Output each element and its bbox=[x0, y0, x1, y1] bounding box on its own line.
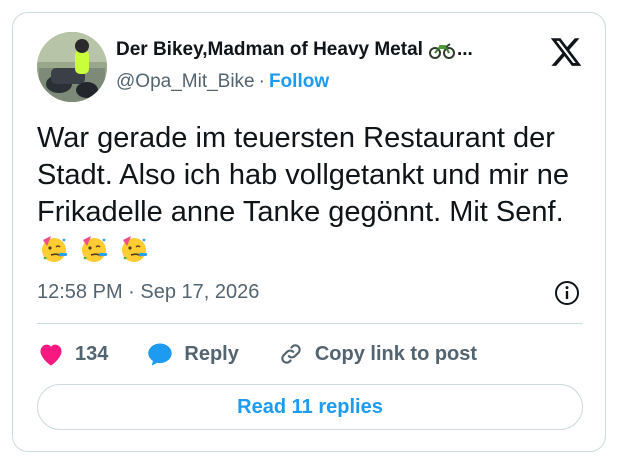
author-name[interactable]: Der Bikey,Madman of Heavy Metal bbox=[116, 39, 423, 61]
copy-link-label: Copy link to post bbox=[314, 342, 478, 365]
name-ellipsis: ... bbox=[456, 39, 473, 60]
read-replies-button[interactable]: Read 11 replies bbox=[37, 384, 583, 430]
author-name-row: Der Bikey,Madman of Heavy Metal ... bbox=[116, 39, 473, 61]
action-bar: 134 Reply Copy link to post bbox=[37, 339, 515, 369]
tweet-card: Der Bikey,Madman of Heavy Metal ... @Opa… bbox=[12, 12, 606, 452]
tweet-text: War gerade im teuersten Restaurant der S… bbox=[37, 120, 597, 268]
partying-face-icon bbox=[82, 236, 108, 262]
author-handle[interactable]: @Opa_Mit_Bike bbox=[116, 71, 255, 92]
follow-button[interactable]: Follow bbox=[269, 71, 329, 92]
heart-icon bbox=[40, 344, 62, 366]
link-icon bbox=[281, 344, 301, 364]
partying-face-icon bbox=[122, 236, 148, 262]
handle-separator: · bbox=[258, 71, 265, 92]
likes-count: 134 bbox=[75, 342, 109, 365]
speech-bubble-icon bbox=[148, 343, 173, 366]
divider bbox=[37, 323, 583, 324]
emoji-group bbox=[37, 233, 149, 265]
x-logo-icon[interactable] bbox=[549, 35, 583, 69]
motorcycle-icon bbox=[428, 41, 455, 59]
info-icon[interactable] bbox=[554, 280, 580, 306]
author-avatar[interactable] bbox=[37, 32, 107, 102]
like-button[interactable]: 134 bbox=[37, 341, 108, 367]
reply-button[interactable]: Reply bbox=[146, 341, 239, 367]
tweet-timestamp[interactable]: 12:58 PM · Sep 17, 2026 bbox=[37, 281, 259, 304]
reply-label: Reply bbox=[184, 342, 239, 365]
handle-row: @Opa_Mit_Bike · Follow bbox=[116, 71, 329, 93]
read-replies-label: Read 11 replies bbox=[237, 395, 383, 418]
partying-face-icon bbox=[42, 236, 67, 262]
tweet-text-content: War gerade im teuersten Restaurant der S… bbox=[37, 122, 569, 228]
copy-link-button[interactable]: Copy link to post bbox=[277, 341, 477, 367]
